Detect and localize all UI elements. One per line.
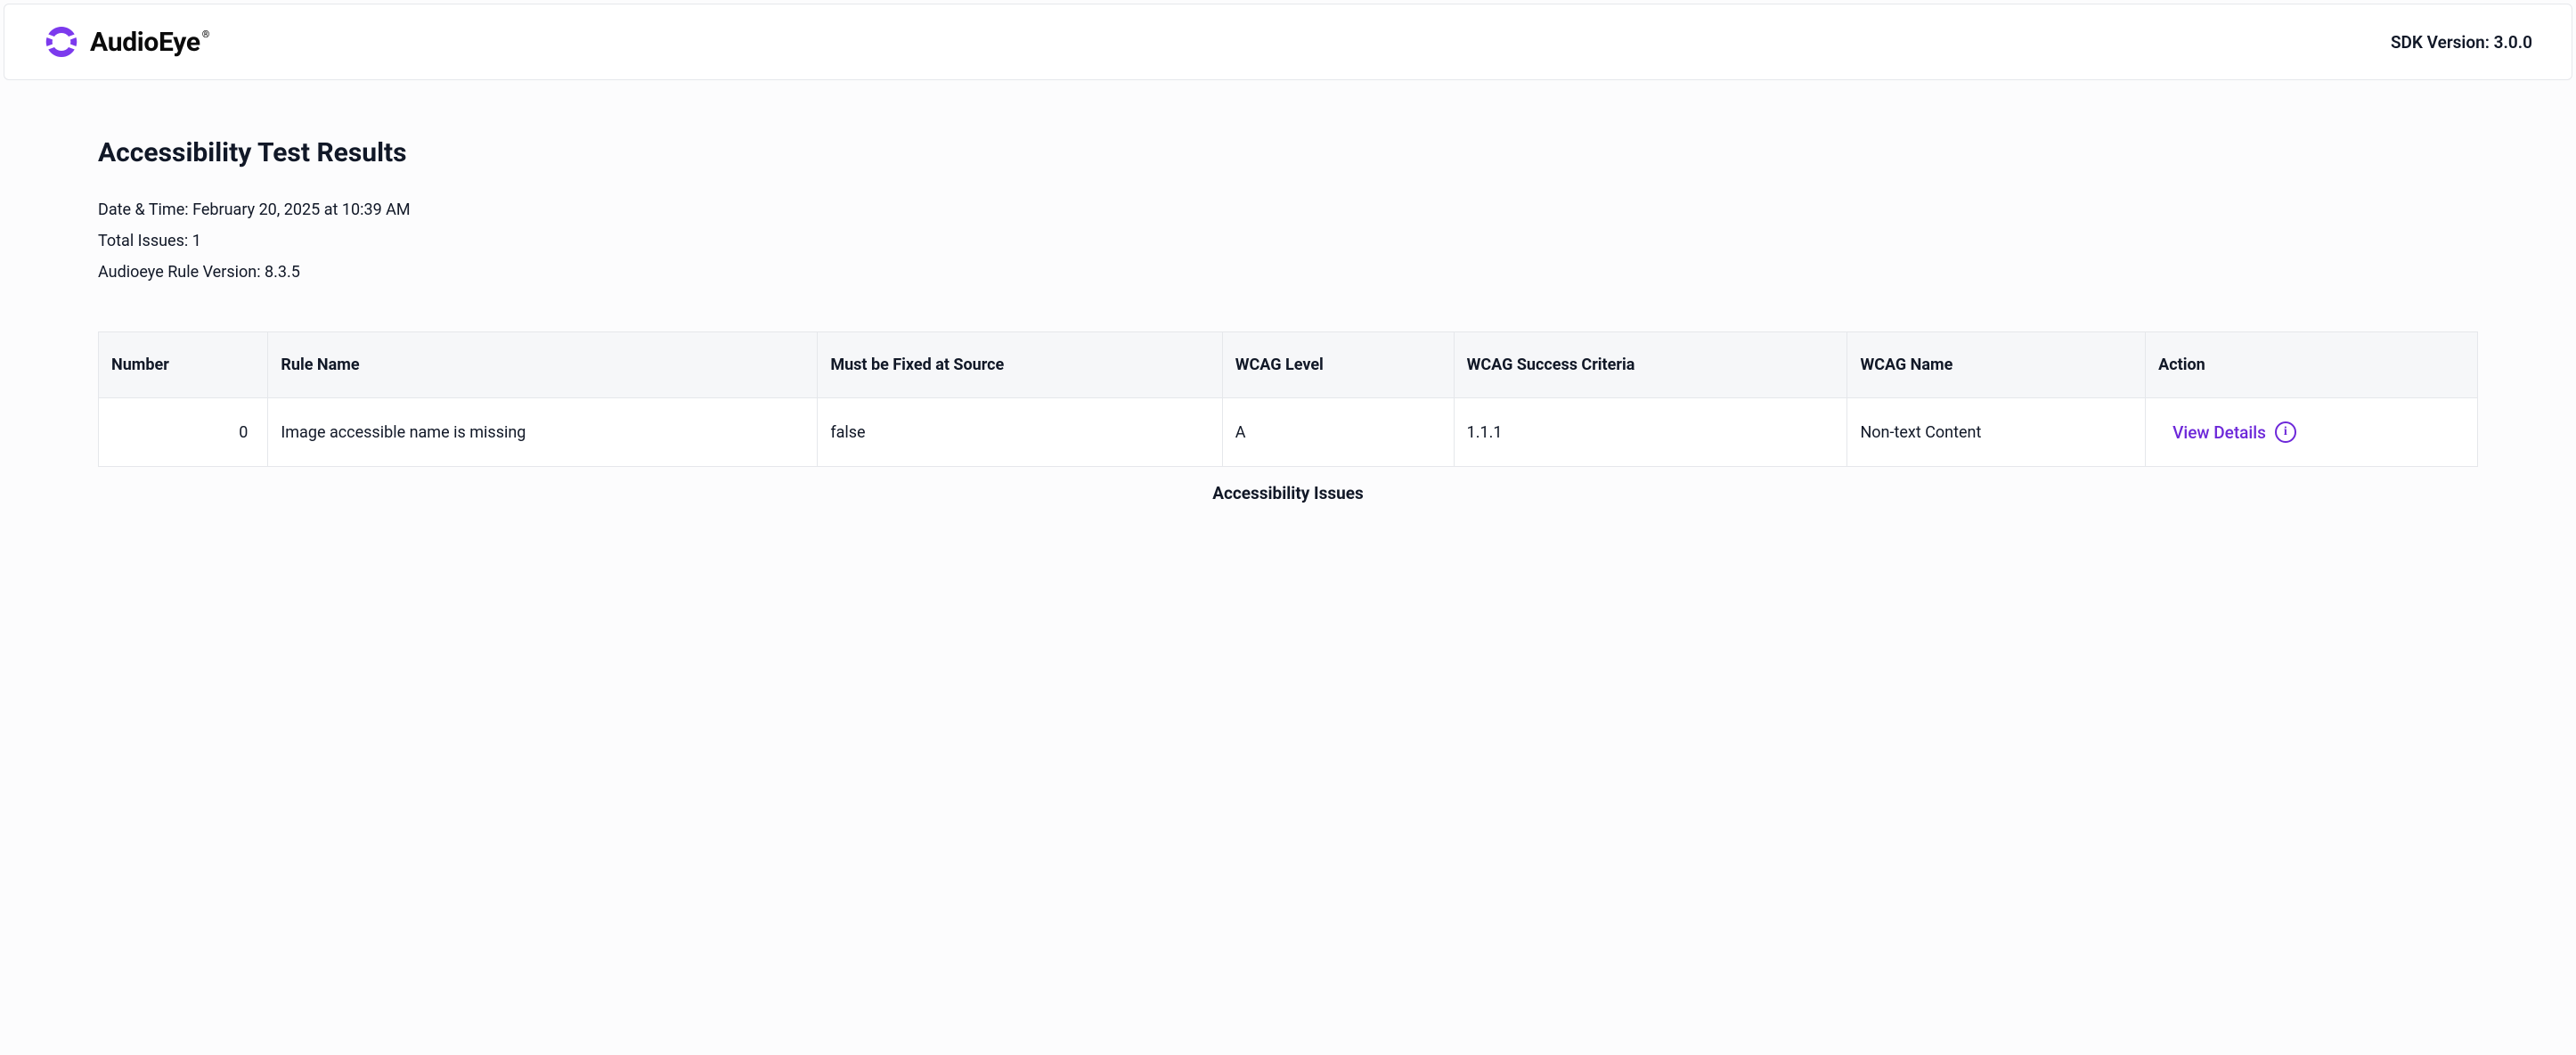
app-header: AudioEye® SDK Version: 3.0.0 [4,4,2572,80]
col-action: Action [2146,332,2478,398]
cell-rule-name: Image accessible name is missing [268,398,818,467]
cell-wcag-level: A [1222,398,1454,467]
col-number: Number [99,332,268,398]
info-icon: i [2275,421,2296,443]
table-header-row: Number Rule Name Must be Fixed at Source… [99,332,2478,398]
view-details-button[interactable]: View Details i [2158,421,2296,443]
brand-logo: AudioEye® [44,24,209,60]
col-wcag-name: WCAG Name [1847,332,2146,398]
cell-number: 0 [99,398,268,467]
meta-rule-version: Audioeye Rule Version: 8.3.5 [98,263,2478,282]
col-wcag-criteria: WCAG Success Criteria [1454,332,1847,398]
brand-name: AudioEye® [90,27,209,58]
sdk-version-label: SDK Version: 3.0.0 [2391,32,2532,53]
col-wcag-level: WCAG Level [1222,332,1454,398]
audioeye-logo-icon [44,24,79,60]
table-caption: Accessibility Issues [98,483,2478,503]
view-details-label: View Details [2172,422,2266,443]
cell-wcag-name: Non-text Content [1847,398,2146,467]
main-content: Accessibility Test Results Date & Time: … [0,84,2576,539]
issues-table-wrap: Number Rule Name Must be Fixed at Source… [98,331,2478,503]
cell-fix-source: false [818,398,1222,467]
table-row: 0 Image accessible name is missing false… [99,398,2478,467]
page-title: Accessibility Test Results [98,137,2478,168]
meta-datetime: Date & Time: February 20, 2025 at 10:39 … [98,200,2478,219]
cell-action: View Details i [2146,398,2478,467]
col-fix-source: Must be Fixed at Source [818,332,1222,398]
registered-mark: ® [202,29,209,40]
col-rule-name: Rule Name [268,332,818,398]
issues-table: Number Rule Name Must be Fixed at Source… [98,331,2478,467]
cell-wcag-criteria: 1.1.1 [1454,398,1847,467]
meta-total-issues: Total Issues: 1 [98,232,2478,250]
